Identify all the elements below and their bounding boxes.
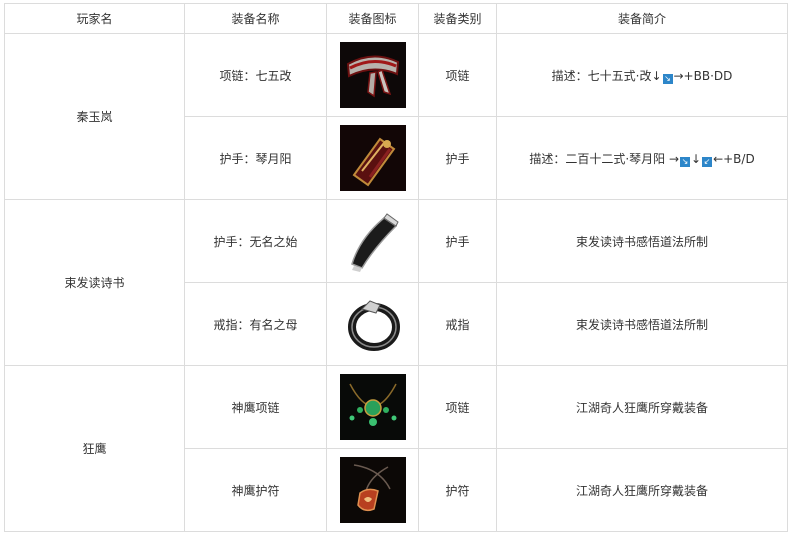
equipment-category: 项链	[418, 365, 497, 449]
table-row: 秦玉岚 项链：七五改 项链 描述：七十五式·改↓ ↘ →+BB·DD	[4, 33, 788, 200]
equipment-icon-cell	[326, 199, 419, 283]
jade-necklace-icon	[339, 374, 406, 440]
equipment-name: 护手：琴月阳	[184, 116, 327, 200]
equipment-name: 项链：七五改	[184, 33, 327, 117]
equipment-table: 玩家名 装备名称 装备图标 装备类别 装备简介 秦玉岚 项链：七五改 项链 描述…	[4, 3, 788, 532]
equipment-name: 神鹰项链	[184, 365, 327, 449]
player-name: 秦玉岚	[4, 33, 185, 200]
equipment-desc: 描述：七十五式·改↓ ↘ →+BB·DD	[496, 33, 788, 117]
equipment-category: 护手	[418, 199, 497, 283]
equipment-desc: 描述：二百十二式·琴月阳 → ↘ ↓ ↙ ←+B/D	[496, 116, 788, 200]
header-category: 装备类别	[418, 3, 497, 34]
equipment-category: 护符	[418, 448, 497, 532]
header-icon: 装备图标	[326, 3, 419, 34]
player-name: 束发读诗书	[4, 199, 185, 366]
bracer-icon	[339, 208, 406, 274]
equipment-name: 护手：无名之始	[184, 199, 327, 283]
equipment-icon-cell	[326, 33, 419, 117]
headband-icon	[339, 42, 406, 108]
ring-icon	[339, 291, 406, 357]
equipment-icon-cell	[326, 448, 419, 532]
gauntlet-icon	[339, 125, 406, 191]
arrow-down-left-icon: ↙	[702, 156, 713, 167]
desc-text: →+BB·DD	[673, 68, 733, 83]
equipment-desc: 束发读诗书感悟道法所制	[496, 199, 788, 283]
arrow-down-right-icon: ↘	[662, 73, 673, 84]
equipment-icon-cell	[326, 282, 419, 366]
arrow-down-right-icon: ↘	[680, 156, 690, 167]
header-name: 装备名称	[184, 3, 327, 34]
header-desc: 装备简介	[496, 3, 788, 34]
desc-text: 描述：二百十二式·琴月阳 →	[529, 151, 679, 166]
equipment-category: 戒指	[418, 282, 497, 366]
equipment-name: 神鹰护符	[184, 448, 327, 532]
equipment-desc: 江湖奇人狂鹰所穿戴装备	[496, 448, 788, 532]
header-player: 玩家名	[4, 3, 185, 34]
table-row: 束发读诗书 护手：无名之始 护手 束发读诗书感悟道法所制	[4, 199, 788, 366]
equipment-desc: 束发读诗书感悟道法所制	[496, 282, 788, 366]
desc-text: ←+B/D	[713, 151, 755, 166]
header-row: 玩家名 装备名称 装备图标 装备类别 装备简介	[4, 3, 788, 34]
equipment-category: 项链	[418, 33, 497, 117]
equipment-icon-cell	[326, 365, 419, 449]
amulet-icon	[339, 457, 406, 523]
desc-text: ↓	[691, 151, 702, 166]
desc-text: 描述：七十五式·改↓	[551, 68, 662, 83]
equipment-icon-cell	[326, 116, 419, 200]
equipment-desc: 江湖奇人狂鹰所穿戴装备	[496, 365, 788, 449]
equipment-category: 护手	[418, 116, 497, 200]
equipment-name: 戒指：有名之母	[184, 282, 327, 366]
player-name: 狂鹰	[4, 365, 185, 532]
table-row: 狂鹰 神鹰项链 项链 江湖奇人狂鹰所穿戴装备	[4, 365, 788, 532]
